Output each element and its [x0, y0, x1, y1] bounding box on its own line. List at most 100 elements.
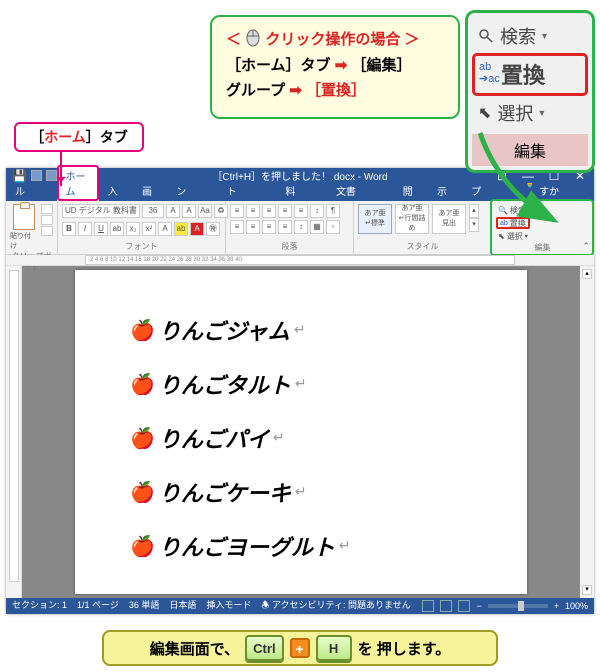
plus-icon: +: [290, 638, 310, 658]
note-edit-group: ［編集］: [351, 57, 411, 74]
collapse-ribbon-button[interactable]: ⌃: [582, 241, 590, 252]
format-painter-button[interactable]: [41, 226, 53, 236]
editing-group-label: 編集: [472, 134, 588, 166]
replace-icon: ab: [500, 220, 508, 227]
zoom-in-button[interactable]: +: [554, 601, 559, 611]
bold-button[interactable]: B: [62, 222, 76, 236]
style-heading1[interactable]: あア亜見出: [432, 204, 466, 234]
instr-suffix: を 押します。: [358, 638, 451, 659]
styles-up-button[interactable]: ▴: [469, 204, 479, 218]
align-left-button[interactable]: ≡: [230, 220, 244, 234]
replace-label: 置換: [501, 58, 545, 90]
replace-button[interactable]: ab置換: [496, 217, 530, 229]
subscript-button[interactable]: x₂: [126, 222, 140, 236]
cut-button[interactable]: [41, 204, 53, 214]
status-insert[interactable]: 挿入モード: [206, 598, 251, 614]
search-icon: [478, 28, 494, 44]
strike-button[interactable]: ab: [110, 222, 124, 236]
key-ctrl: Ctrl: [245, 635, 283, 661]
select-button[interactable]: ⬉選択▾: [496, 230, 530, 242]
note-group-word: グループ: [226, 82, 285, 99]
document-page[interactable]: 🍎りんごジャム↵ 🍎りんごタルト↵ 🍎りんごパイ↵ 🍎りんごケーキ↵ 🍎りんごヨ…: [75, 270, 527, 594]
show-marks-button[interactable]: ¶: [326, 204, 340, 218]
find-button[interactable]: 🔍検索▾: [496, 204, 533, 216]
text-effects-button[interactable]: A: [158, 222, 172, 236]
highlight-button[interactable]: ab: [174, 222, 188, 236]
note-home-tab: ［ホーム］タブ: [226, 57, 331, 74]
font-name-selector[interactable]: UD デジタル 教科書: [62, 204, 140, 218]
zoom-out-button[interactable]: −: [476, 601, 481, 611]
align-center-button[interactable]: ≡: [246, 220, 260, 234]
underline-button[interactable]: U: [94, 222, 108, 236]
status-words[interactable]: 36 単語: [129, 598, 160, 614]
cursor-icon: ⬉: [498, 232, 505, 241]
justify-button[interactable]: ≡: [278, 220, 292, 234]
ribbon: 貼り付け クリップボード UD デジタル 教科書 36 A A Aa ♻: [6, 201, 594, 255]
document-area: 🍎りんごジャム↵ 🍎りんごタルト↵ 🍎りんごパイ↵ 🍎りんごケーキ↵ 🍎りんごヨ…: [6, 266, 594, 598]
style-no-spacing[interactable]: あア亜↵行間詰め: [395, 204, 429, 234]
paste-icon: [13, 204, 35, 230]
font-size-selector[interactable]: 36: [142, 204, 164, 218]
numbering-button[interactable]: ≡: [246, 204, 260, 218]
vertical-ruler[interactable]: [6, 266, 22, 598]
superscript-button[interactable]: x²: [142, 222, 156, 236]
styles-down-button[interactable]: ▾: [469, 218, 479, 232]
paragraph-mark-icon: ↵: [339, 538, 351, 555]
copy-button[interactable]: [41, 215, 53, 225]
indent-inc-button[interactable]: ≡: [294, 204, 308, 218]
undo-icon[interactable]: [31, 170, 42, 181]
paragraph-label: 段落: [230, 241, 349, 252]
word-app-window: 💾 ▾ ［Ctrl+H］を押しました！.docx - Word ⊡ — ☐ ✕ …: [6, 168, 594, 614]
grow-font-button[interactable]: A: [166, 204, 180, 218]
status-page[interactable]: 1/1 ページ: [77, 598, 119, 614]
view-read-button[interactable]: [422, 600, 434, 612]
paste-button[interactable]: 貼り付け: [10, 204, 37, 251]
click-note-title: クリック操作の場合: [265, 31, 400, 48]
line-spacing-button[interactable]: ↕: [294, 220, 308, 234]
shading-button[interactable]: ▦: [310, 220, 324, 234]
status-accessibility[interactable]: 🕭 アクセシビリティ: 問題ありません: [261, 598, 410, 614]
align-right-button[interactable]: ≡: [262, 220, 276, 234]
click-instructions-bubble: ＜ クリック操作の場合 ＞ ［ホーム］タブ ➡ ［編集］ グループ ➡ ［置換］: [210, 15, 460, 119]
scroll-up-button[interactable]: ▴: [582, 269, 592, 279]
home-tab-name: ホーム: [44, 127, 86, 147]
search-icon: 🔍: [498, 206, 508, 215]
clipboard-group: 貼り付け クリップボード: [6, 201, 58, 254]
save-icon[interactable]: 💾: [12, 169, 27, 183]
page-viewport[interactable]: 🍎りんごジャム↵ 🍎りんごタルト↵ 🍎りんごパイ↵ 🍎りんごケーキ↵ 🍎りんごヨ…: [22, 266, 580, 598]
italic-button[interactable]: I: [78, 222, 92, 236]
multilevel-button[interactable]: ≡: [262, 204, 276, 218]
vertical-scrollbar[interactable]: ▴ ▾: [580, 266, 594, 598]
zoom-level[interactable]: 100%: [565, 601, 588, 611]
styles-group: あア亜↵標準 あア亜↵行間詰め あア亜見出 ▴ ▾ スタイル: [354, 201, 492, 254]
sort-button[interactable]: ↕: [310, 204, 324, 218]
borders-button[interactable]: ▫: [326, 220, 340, 234]
indent-dec-button[interactable]: ≡: [278, 204, 292, 218]
note-replace: ［置換］: [306, 82, 366, 99]
find-button-large[interactable]: 検索 ▾: [472, 19, 588, 53]
status-section[interactable]: セクション: 1: [12, 598, 67, 614]
apple-icon: 🍎: [130, 426, 155, 451]
scroll-down-button[interactable]: ▾: [582, 585, 592, 595]
font-color-button[interactable]: A: [190, 222, 204, 236]
view-print-button[interactable]: [440, 600, 452, 612]
home-tab-connector-line: [60, 152, 62, 186]
status-lang[interactable]: 日本語: [169, 598, 196, 614]
arrow-right-icon: ➡: [289, 82, 302, 99]
change-case-button[interactable]: Aa: [198, 204, 212, 218]
paragraph-mark-icon: ↵: [295, 376, 307, 393]
dropdown-icon: ▾: [542, 31, 547, 42]
replace-button-large[interactable]: ab➔ac 置換: [472, 53, 588, 96]
paragraph-mark-icon: ↵: [273, 430, 285, 447]
home-tab-callout: ［ ホーム ］ タブ: [14, 122, 144, 152]
horizontal-ruler[interactable]: 2 4 6 8 10 12 14 16 18 20 22 24 26 28 30…: [6, 255, 594, 266]
arrow-right-icon: ➡: [335, 57, 348, 74]
instr-prefix: 編集画面で、: [150, 638, 239, 659]
shrink-font-button[interactable]: A: [182, 204, 196, 218]
select-button-large[interactable]: ⬉ 選択 ▾: [472, 96, 588, 130]
style-normal[interactable]: あア亜↵標準: [358, 204, 392, 234]
zoom-slider[interactable]: [488, 604, 548, 608]
view-web-button[interactable]: [458, 600, 470, 612]
bullets-button[interactable]: ≡: [230, 204, 244, 218]
enclose-char-button[interactable]: ㊕: [206, 222, 220, 236]
